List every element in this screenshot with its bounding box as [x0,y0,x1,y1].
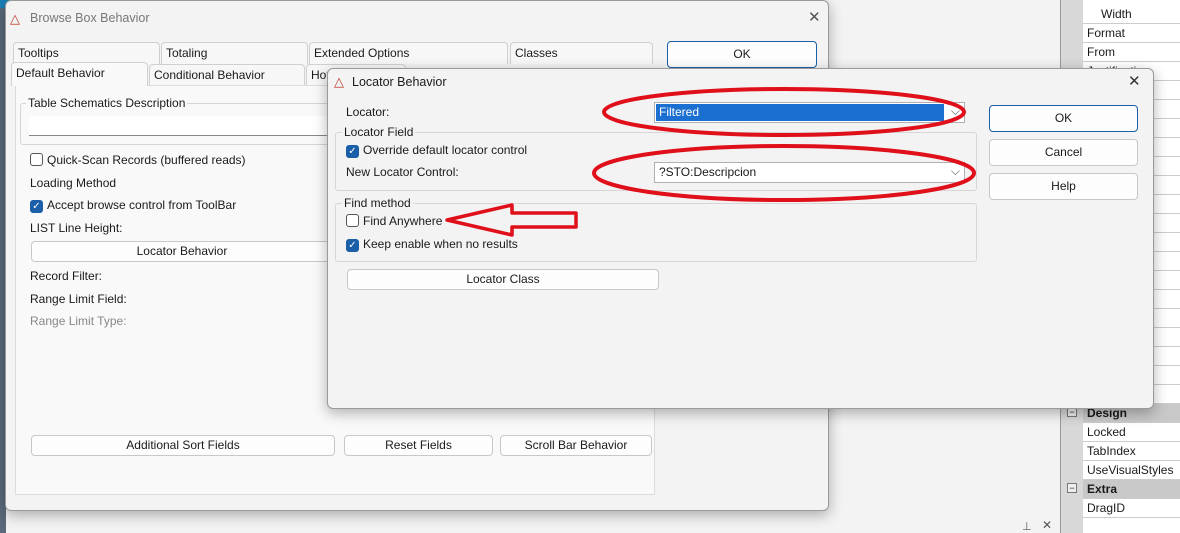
annotation-overlay [445,87,976,237]
annotation-arrow [445,203,578,237]
tab-default-behavior[interactable]: Default Behavior [11,62,148,86]
annotation-ellipse-locator [602,87,966,137]
annotation-ellipse-control [592,144,976,202]
